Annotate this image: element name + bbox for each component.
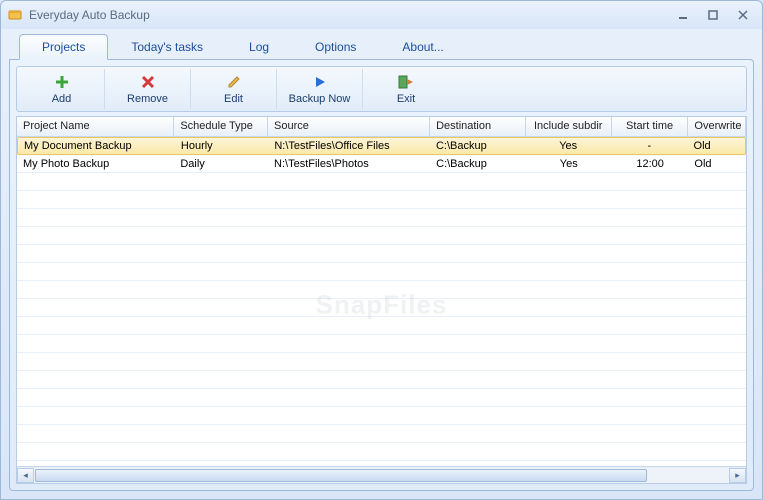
scroll-track[interactable] [34,468,729,483]
plus-icon [55,73,69,91]
cell-project-name: My Document Backup [18,138,175,154]
tab-projects[interactable]: Projects [19,34,108,60]
grid-body[interactable]: My Document Backup Hourly N:\TestFiles\O… [17,137,746,466]
backup-now-label: Backup Now [289,93,351,105]
grid-header: Project Name Schedule Type Source Destin… [17,117,746,137]
col-header-include-subdir[interactable]: Include subdir [526,117,612,136]
app-window: Everyday Auto Backup Projects Today's ta… [0,0,763,500]
app-icon [7,7,23,23]
content-area: Projects Today's tasks Log Options About… [9,33,754,491]
cell-destination: C:\Backup [430,138,525,154]
maximize-button[interactable] [700,7,726,23]
window-title: Everyday Auto Backup [29,8,150,22]
table-row[interactable]: My Photo Backup Daily N:\TestFiles\Photo… [17,155,746,173]
col-header-schedule-type[interactable]: Schedule Type [174,117,268,136]
projects-grid: Project Name Schedule Type Source Destin… [16,116,747,484]
cell-overwrite: Old [688,138,745,154]
tab-options[interactable]: Options [292,34,379,59]
projects-panel: Add Remove Edit [9,59,754,491]
horizontal-scrollbar[interactable]: ◂ ▸ [17,466,746,483]
cell-include-subdir: Yes [526,156,612,172]
exit-icon [398,73,414,91]
tab-bar: Projects Today's tasks Log Options About… [9,33,754,59]
cell-schedule-type: Hourly [175,138,268,154]
toolbar: Add Remove Edit [16,66,747,112]
cell-start-time: - [611,138,687,154]
cell-destination: C:\Backup [430,156,526,172]
cell-source: N:\TestFiles\Photos [268,156,430,172]
remove-button[interactable]: Remove [105,69,191,109]
x-icon [141,73,155,91]
edit-label: Edit [224,93,243,105]
play-icon [313,73,327,91]
col-header-start-time[interactable]: Start time [612,117,689,136]
tab-about[interactable]: About... [379,34,466,59]
scroll-left-arrow[interactable]: ◂ [17,468,34,483]
add-button[interactable]: Add [19,69,105,109]
add-label: Add [52,93,72,105]
col-header-source[interactable]: Source [268,117,430,136]
remove-label: Remove [127,93,168,105]
backup-now-button[interactable]: Backup Now [277,69,363,109]
close-button[interactable] [730,7,756,23]
watermark: SnapFiles [316,289,448,320]
tab-todays-tasks[interactable]: Today's tasks [108,34,226,59]
exit-label: Exit [397,93,415,105]
cell-start-time: 12:00 [612,156,689,172]
cell-include-subdir: Yes [525,138,611,154]
pencil-icon [227,73,241,91]
table-row[interactable]: My Document Backup Hourly N:\TestFiles\O… [17,137,746,155]
edit-button[interactable]: Edit [191,69,277,109]
cell-source: N:\TestFiles\Office Files [268,138,430,154]
cell-project-name: My Photo Backup [17,156,174,172]
col-header-project-name[interactable]: Project Name [17,117,174,136]
scroll-thumb[interactable] [35,469,647,482]
exit-button[interactable]: Exit [363,69,449,109]
cell-schedule-type: Daily [174,156,268,172]
scroll-right-arrow[interactable]: ▸ [729,468,746,483]
titlebar: Everyday Auto Backup [1,1,762,29]
col-header-overwrite[interactable]: Overwrite [688,117,746,136]
minimize-button[interactable] [670,7,696,23]
cell-overwrite: Old [688,156,746,172]
col-header-destination[interactable]: Destination [430,117,526,136]
tab-log[interactable]: Log [226,34,292,59]
